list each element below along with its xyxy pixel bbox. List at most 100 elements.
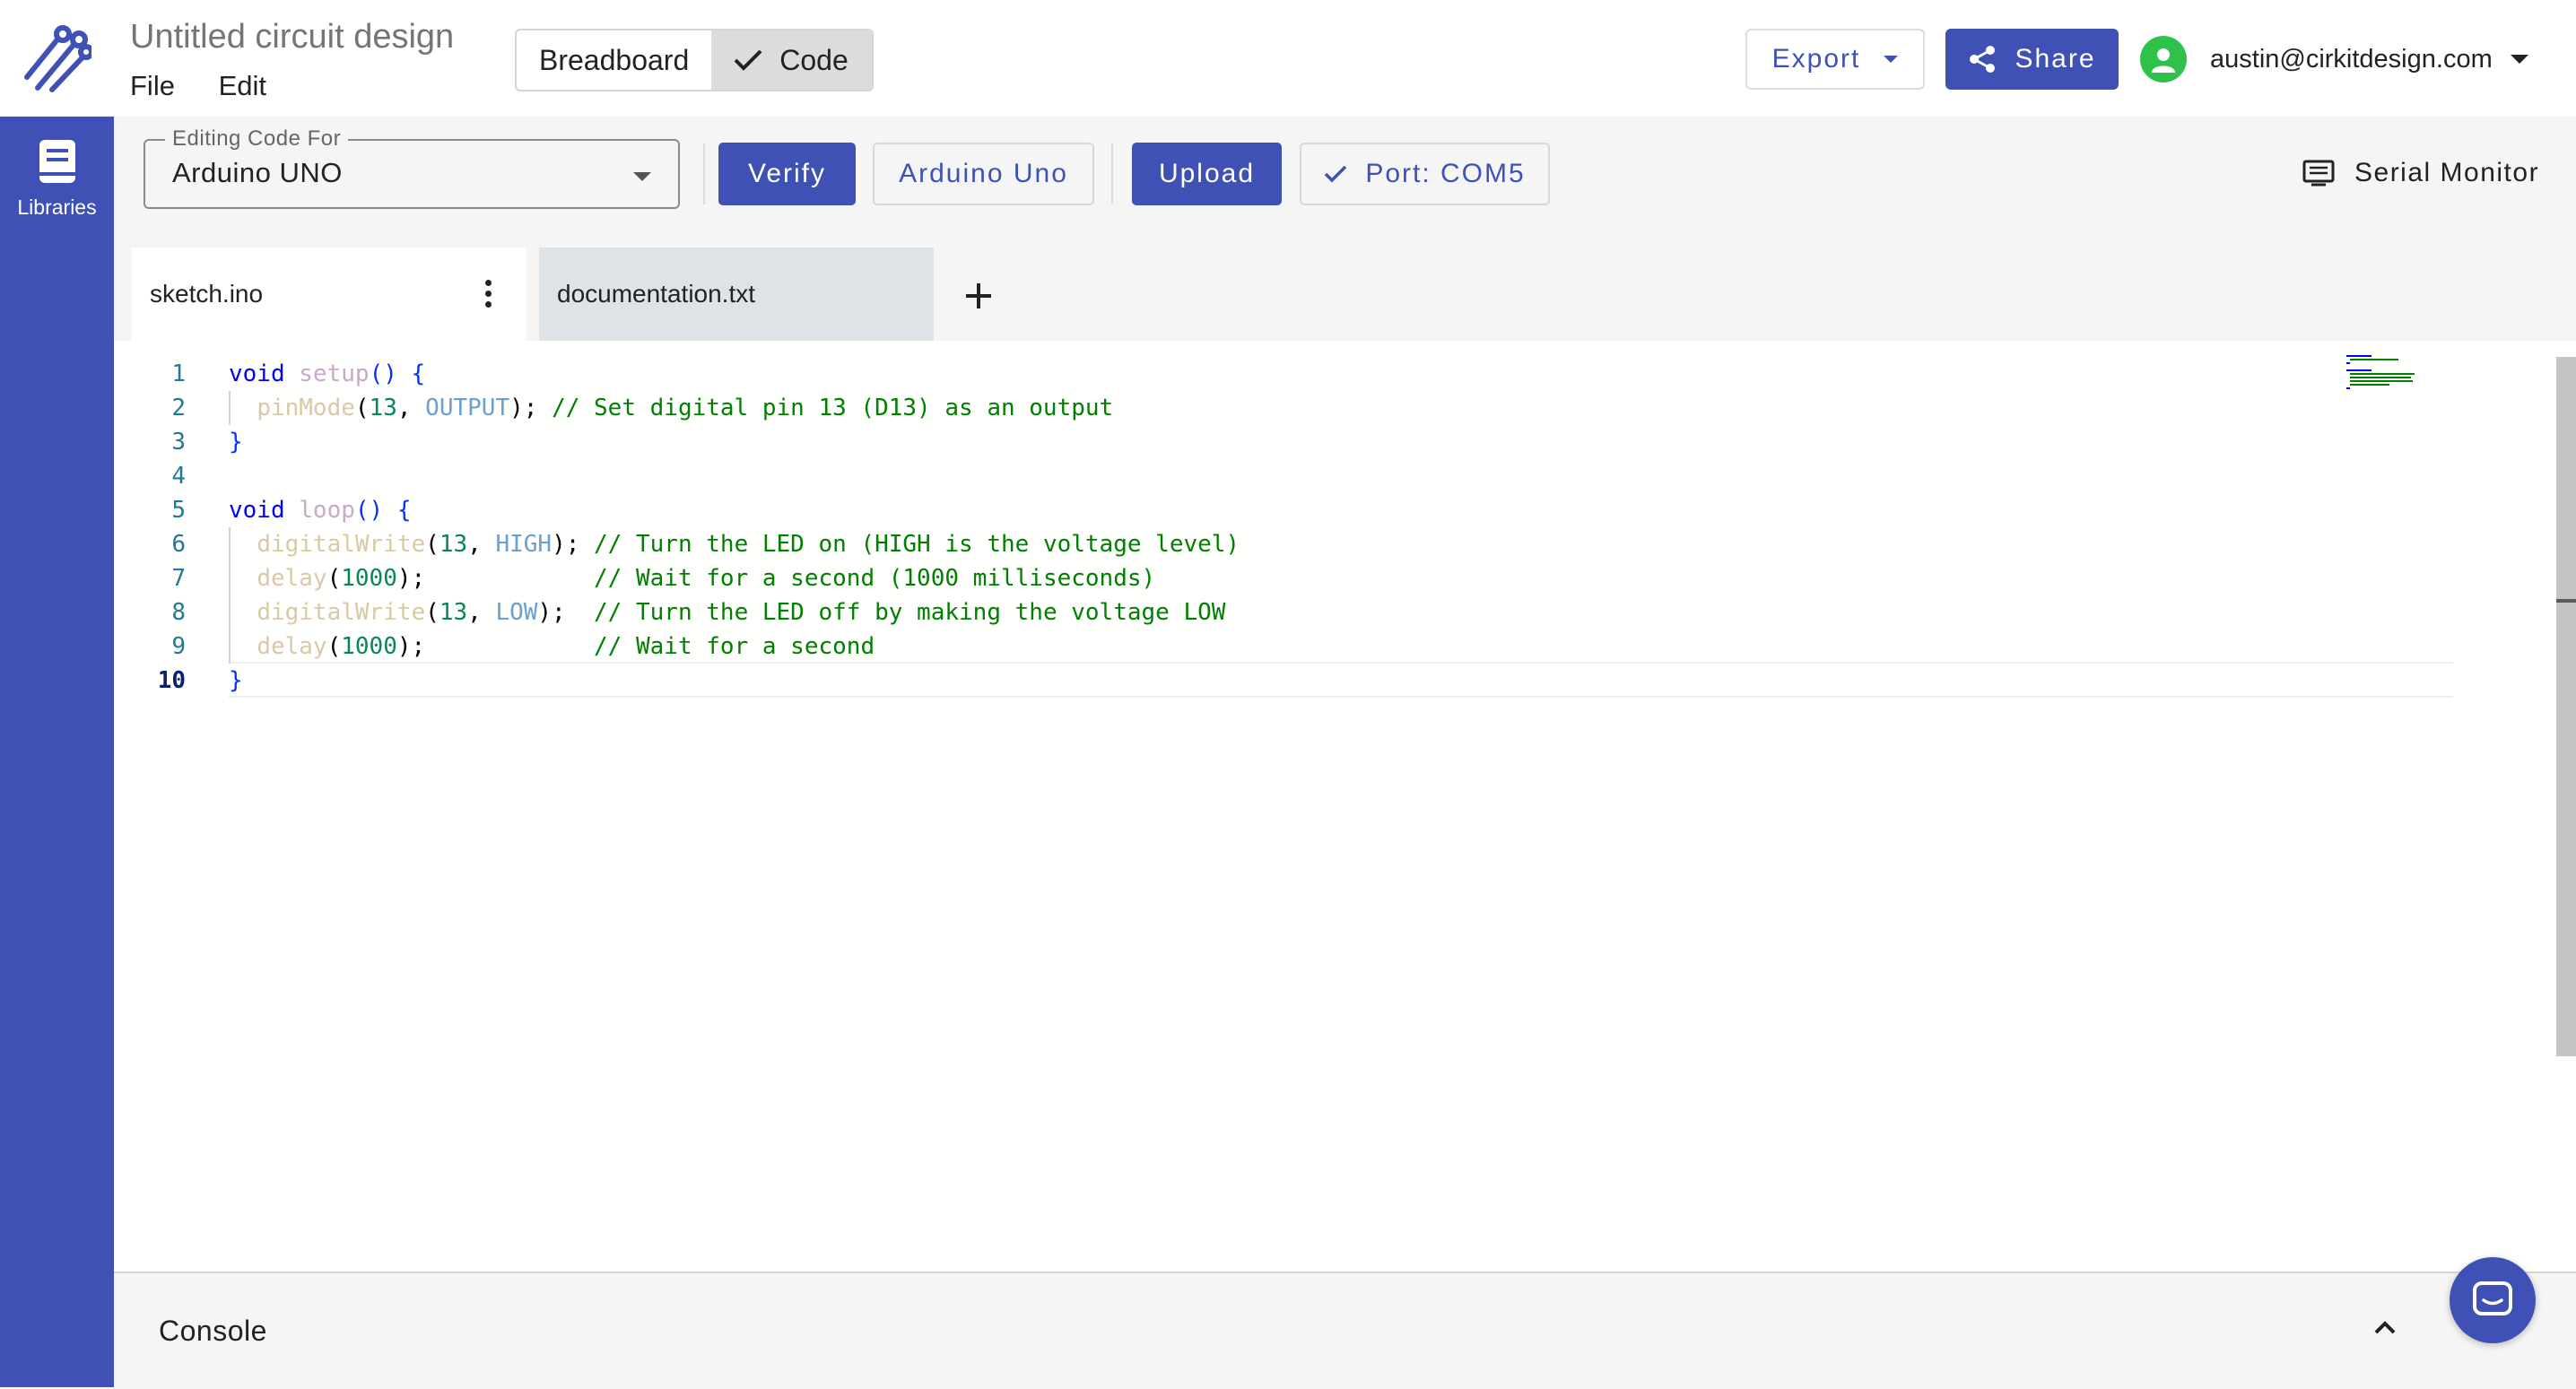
line-number: 6: [171, 531, 186, 558]
breadboard-label: Breadboard: [539, 43, 690, 76]
upload-label: Upload: [1158, 159, 1256, 188]
menu-file[interactable]: File: [130, 70, 175, 101]
code-token: void: [229, 497, 300, 524]
serial-monitor-button[interactable]: Serial Monitor: [2302, 152, 2539, 194]
code-line[interactable]: digitalWrite(13, LOW); // Turn the LED o…: [229, 595, 1240, 629]
user-menu[interactable]: austin@cirkitdesign.com: [2140, 34, 2528, 84]
code-token: (: [354, 395, 370, 421]
code-token: );: [396, 565, 595, 592]
port-label: Port: COM5: [1365, 159, 1526, 188]
menu-bar: File Edit: [130, 70, 302, 102]
code-token: (: [425, 599, 439, 626]
line-number: 1: [171, 360, 186, 387]
left-sidebar: Libraries: [0, 117, 114, 1387]
user-email: austin@cirkitdesign.com: [2210, 44, 2493, 74]
code-line[interactable]: void loop() {: [229, 493, 1240, 527]
chat-support-button[interactable]: [2450, 1257, 2536, 1343]
board-select-legend: Editing Code For: [165, 126, 349, 152]
code-token: // Turn the LED on (HIGH is the voltage …: [594, 531, 1240, 558]
line-number: 8: [171, 599, 186, 626]
code-line[interactable]: digitalWrite(13, HIGH); // Turn the LED …: [229, 527, 1240, 561]
code-token: (: [425, 531, 439, 558]
tab-sketch-ino[interactable]: sketch.ino: [132, 247, 527, 341]
code-token: void: [229, 360, 300, 387]
code-line[interactable]: delay(1000); // Wait for a second: [229, 629, 1240, 664]
code-token: );: [396, 633, 595, 660]
vertical-scrollbar[interactable]: [2556, 357, 2576, 1056]
design-title[interactable]: Untitled circuit design: [130, 18, 454, 56]
code-token: // Set digital pin 13 (D13) as an output: [552, 395, 1114, 421]
user-icon: [2152, 48, 2175, 73]
code-token: );: [509, 395, 553, 421]
code-token: HIGH: [495, 531, 553, 558]
toolbar-divider: [1111, 143, 1113, 204]
board-select-value: Arduino UNO: [172, 157, 343, 188]
check-icon: [734, 49, 762, 71]
code-token: );: [552, 531, 595, 558]
tab-documentation-txt[interactable]: documentation.txt: [539, 247, 934, 341]
code-token: );: [537, 599, 595, 626]
line-number: 7: [171, 565, 186, 592]
avatar: [2140, 36, 2187, 82]
libraries-button[interactable]: Libraries: [0, 127, 114, 235]
code-token: digitalWrite: [257, 599, 426, 626]
code-token: pinMode: [257, 395, 355, 421]
code-line[interactable]: delay(1000); // Wait for a second (1000 …: [229, 561, 1240, 595]
code-editor[interactable]: 1 2 3 4 5 6 7 8 9 10 void setup() { pinM…: [114, 341, 2576, 1272]
minimap[interactable]: [2345, 353, 2488, 398]
code-line[interactable]: }: [229, 664, 1240, 698]
board-label: Arduino Uno: [899, 159, 1068, 188]
code-token: 13: [439, 599, 468, 626]
code-tab-button[interactable]: Code: [711, 30, 872, 90]
chevron-up-icon[interactable]: [2372, 1318, 2398, 1336]
menu-edit[interactable]: Edit: [219, 70, 266, 101]
line-number-gutter: 1 2 3 4 5 6 7 8 9 10: [114, 357, 186, 698]
code-token: // Wait for a second (1000 milliseconds): [594, 565, 1156, 592]
chevron-down-icon: [633, 172, 651, 181]
verify-button[interactable]: Verify: [718, 143, 856, 205]
code-token: digitalWrite: [257, 531, 426, 558]
book-icon: [39, 140, 75, 183]
board-select[interactable]: Editing Code For Arduino UNO: [144, 126, 680, 209]
line-number: 2: [171, 395, 186, 421]
code-token: () {: [354, 497, 412, 524]
code-line[interactable]: void setup() {: [229, 357, 1240, 391]
code-token: 13: [369, 395, 397, 421]
export-button[interactable]: Export: [1745, 29, 1925, 90]
chevron-down-icon: [2510, 55, 2528, 64]
console-label[interactable]: Console: [159, 1315, 267, 1348]
upload-button[interactable]: Upload: [1132, 143, 1282, 205]
line-number: 4: [171, 463, 186, 490]
line-number: 3: [171, 429, 186, 456]
cirkit-logo-icon[interactable]: [20, 23, 91, 95]
code-content[interactable]: void setup() { pinMode(13, OUTPUT); // S…: [229, 357, 1240, 698]
share-button[interactable]: Share: [1945, 29, 2119, 90]
scroll-position-marker: [2556, 599, 2576, 603]
code-token: OUTPUT: [425, 395, 510, 421]
tab-label: documentation.txt: [557, 280, 756, 308]
libraries-label: Libraries: [17, 195, 97, 219]
board-button[interactable]: Arduino Uno: [873, 143, 1094, 205]
port-button[interactable]: Port: COM5: [1300, 143, 1550, 205]
console-panel: Console: [114, 1272, 2576, 1389]
code-token: // Wait for a second: [594, 633, 875, 660]
more-vertical-icon[interactable]: [485, 280, 492, 312]
code-toolbar: Editing Code For Arduino UNO Verify Ardu…: [114, 117, 2576, 233]
code-line[interactable]: [229, 459, 1240, 493]
breadboard-tab-button[interactable]: Breadboard: [517, 30, 711, 90]
toolbar-divider: [703, 143, 705, 204]
code-line[interactable]: pinMode(13, OUTPUT); // Set digital pin …: [229, 391, 1240, 425]
code-token: }: [229, 429, 243, 456]
add-tab-icon[interactable]: [959, 276, 998, 316]
code-token: ,: [467, 531, 496, 558]
code-token: ,: [396, 395, 426, 421]
code-token: delay: [257, 565, 327, 592]
verify-label: Verify: [747, 159, 827, 188]
code-line[interactable]: }: [229, 425, 1240, 459]
serial-monitor-label: Serial Monitor: [2354, 158, 2540, 187]
code-label: Code: [779, 43, 849, 76]
